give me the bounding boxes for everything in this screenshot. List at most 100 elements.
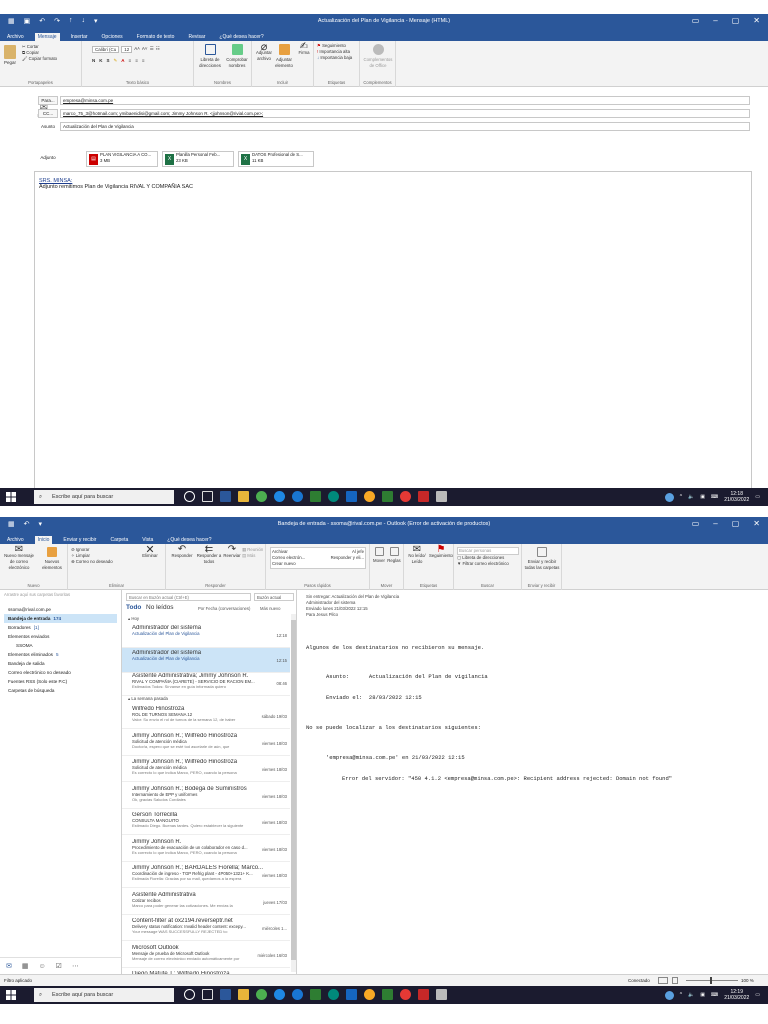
paste-button[interactable]: Pegar — [4, 45, 16, 65]
mail-item[interactable]: Administrador del sistema Actualización d… — [122, 623, 290, 648]
network-icon[interactable]: ▣ — [700, 992, 705, 998]
send-receive-all-button[interactable]: Enviar y recibir todas las carpetas — [524, 547, 560, 571]
edge-icon[interactable] — [274, 491, 285, 502]
word-taskbar-icon[interactable] — [346, 491, 357, 502]
mail-search-input[interactable]: Buscar en Buzón actual (Ctrl+E) — [126, 593, 251, 601]
calculator-icon[interactable] — [436, 491, 447, 502]
grow-font-icon[interactable]: A˄ — [134, 46, 140, 53]
edge-icon[interactable] — [274, 989, 285, 1000]
user-tray-icon[interactable] — [664, 990, 674, 1000]
mail-icon[interactable]: ✉ — [6, 962, 12, 970]
volume-icon[interactable]: 🔈 — [688, 494, 694, 500]
shrink-font-icon[interactable]: A˅ — [142, 46, 148, 53]
filter-all[interactable]: Todo — [126, 604, 141, 611]
align-center-icon[interactable]: ≡ — [135, 58, 138, 64]
explorer-icon[interactable] — [238, 989, 249, 1000]
taskbar-search[interactable]: ⌕ Escribe aquí para buscar — [34, 988, 174, 1002]
align-right-icon[interactable]: ≡ — [142, 58, 145, 64]
acrobat-icon[interactable] — [418, 989, 429, 1000]
folder-item[interactable]: Elementos enviados — [4, 632, 117, 641]
sort-select[interactable]: Por Fecha (conversaciones) — [198, 606, 250, 611]
chrome-icon[interactable] — [256, 989, 267, 1000]
tell-me-box[interactable]: ¿Qué desea hacer? — [216, 33, 266, 41]
numbering-icon[interactable]: ☷ — [156, 46, 160, 53]
opera-icon[interactable] — [400, 989, 411, 1000]
attach-file-button[interactable]: ⌀ Adjuntar archivo — [254, 42, 274, 62]
clock[interactable]: 12:19 21/03/2022 — [724, 989, 749, 1001]
user-tray-icon[interactable] — [664, 492, 674, 502]
chevron-up-icon[interactable]: ^ — [680, 992, 682, 998]
office-addins-button[interactable]: Complementos de Office — [363, 44, 393, 69]
filter-unread[interactable]: No leídos — [146, 604, 173, 611]
zoom-slider[interactable] — [686, 980, 738, 981]
search-scope-select[interactable]: Buzón actual — [254, 593, 294, 601]
tab-carpeta[interactable]: Carpeta — [107, 536, 131, 544]
tell-me-box[interactable]: ¿Qué desea hacer? — [164, 536, 214, 544]
rules-button[interactable]: Reglas — [387, 547, 401, 564]
search-people-input[interactable]: Buscar personas — [457, 547, 519, 555]
cortana-icon[interactable] — [184, 491, 195, 502]
windows-start-icon[interactable] — [6, 990, 16, 1000]
app-icon-2[interactable] — [364, 491, 375, 502]
taskbar-search[interactable]: ⌕ Escribe aquí para buscar — [34, 490, 174, 504]
clock[interactable]: 12:18 21/03/2022 — [724, 491, 749, 503]
tab-insertar[interactable]: Insertar — [68, 33, 91, 41]
qs-create-new[interactable]: Crear nuevo — [272, 561, 296, 566]
font-color-icon[interactable]: A — [121, 58, 124, 64]
excel-taskbar-icon[interactable] — [310, 491, 321, 502]
windows-start-icon[interactable] — [6, 492, 16, 502]
word-taskbar-icon[interactable] — [346, 989, 357, 1000]
ribbon-options-icon[interactable]: ▭ — [692, 519, 700, 528]
mail-item[interactable]: Jimmy Johnson R.; BARDALES Fiorella; Mar… — [122, 863, 290, 888]
more-respond-button[interactable]: ▤ Más — [242, 553, 263, 559]
tab-mensaje[interactable]: Mensaje — [34, 33, 60, 41]
low-importance-button[interactable]: ↓ Importancia baja — [317, 55, 352, 61]
signature-button[interactable]: ✍ Firma — [295, 42, 313, 56]
message-list-scrollbar[interactable] — [291, 614, 296, 972]
new-items-button[interactable]: Nuevos elementos — [38, 547, 66, 571]
tab-archivo[interactable]: Archivo — [4, 536, 27, 544]
ie-icon[interactable] — [292, 989, 303, 1000]
folder-item[interactable]: Bandeja de salida — [4, 659, 117, 668]
reply-button[interactable]: ↶ Responder — [168, 545, 196, 559]
followup-button[interactable]: ⚑ Seguimiento — [429, 545, 453, 559]
chevron-up-icon[interactable]: ^ — [680, 494, 682, 500]
font-size-select[interactable]: 12 — [121, 46, 133, 53]
reply-all-button[interactable]: ⇇ Responder a todos — [196, 545, 222, 565]
subject-field[interactable]: Actualización del Plan de Vigilancia — [60, 122, 750, 131]
font-select[interactable]: Calibri (Cu — [92, 46, 120, 53]
mail-item[interactable]: Jimmy Johnson R.; Wilfredo Hinostroza Sol… — [122, 757, 290, 782]
task-view-icon[interactable] — [202, 491, 213, 502]
outlook-taskbar-icon[interactable] — [220, 989, 231, 1000]
folder-item[interactable]: Borradores [1] — [4, 623, 117, 632]
opera-icon[interactable] — [400, 491, 411, 502]
mail-item[interactable]: Jimmy Johnson R. Procedimiento de evacuac… — [122, 837, 290, 862]
folder-item[interactable]: Fuentes RSS (Solo este P.C) — [4, 677, 117, 686]
tasks-icon[interactable]: ☑ — [56, 962, 62, 970]
maximize-button[interactable]: ▢ — [732, 16, 740, 25]
cc-field[interactable]: marco_75_3@hotmail.com; ymibaenidisi@gma… — [60, 109, 750, 118]
attach-item-button[interactable]: Adjuntar elemento — [274, 44, 294, 69]
tab-archivo[interactable]: Archivo — [4, 33, 27, 41]
mail-item[interactable]: Wilfredo Hinostroza ROL DE TURNOS SEMANA … — [122, 704, 290, 729]
tab-revisar[interactable]: Revisar — [185, 33, 208, 41]
tab-opciones[interactable]: Opciones — [99, 33, 126, 41]
app-icon-2[interactable] — [364, 989, 375, 1000]
address-book-button[interactable]: Libreta de direcciones — [198, 44, 222, 69]
chrome-icon[interactable] — [256, 491, 267, 502]
tab-enviar-recibir[interactable]: Enviar y recibir — [60, 536, 99, 544]
folder-item[interactable]: Correo electrónico no deseado — [4, 668, 117, 677]
check-names-button[interactable]: Comprobar nombres — [224, 44, 250, 69]
bold-button[interactable]: N — [92, 58, 95, 64]
tab-formato[interactable]: Formato de texto — [134, 33, 178, 41]
keyboard-icon[interactable]: ⌨ — [711, 494, 718, 500]
zoom-slider-thumb[interactable] — [710, 977, 712, 984]
keyboard-icon[interactable]: ⌨ — [711, 992, 718, 998]
mail-item[interactable]: Jimmy Johnson R.; Bodega de Suministros I… — [122, 784, 290, 809]
sort-order[interactable]: Más nuevo — [260, 606, 280, 611]
scrollbar-thumb[interactable] — [291, 620, 296, 960]
app-icon[interactable] — [328, 989, 339, 1000]
app-icon[interactable] — [328, 491, 339, 502]
notifications-icon[interactable]: ▭ — [755, 992, 760, 998]
folder-item[interactable]: Bandeja de entrada 174 — [4, 614, 117, 623]
